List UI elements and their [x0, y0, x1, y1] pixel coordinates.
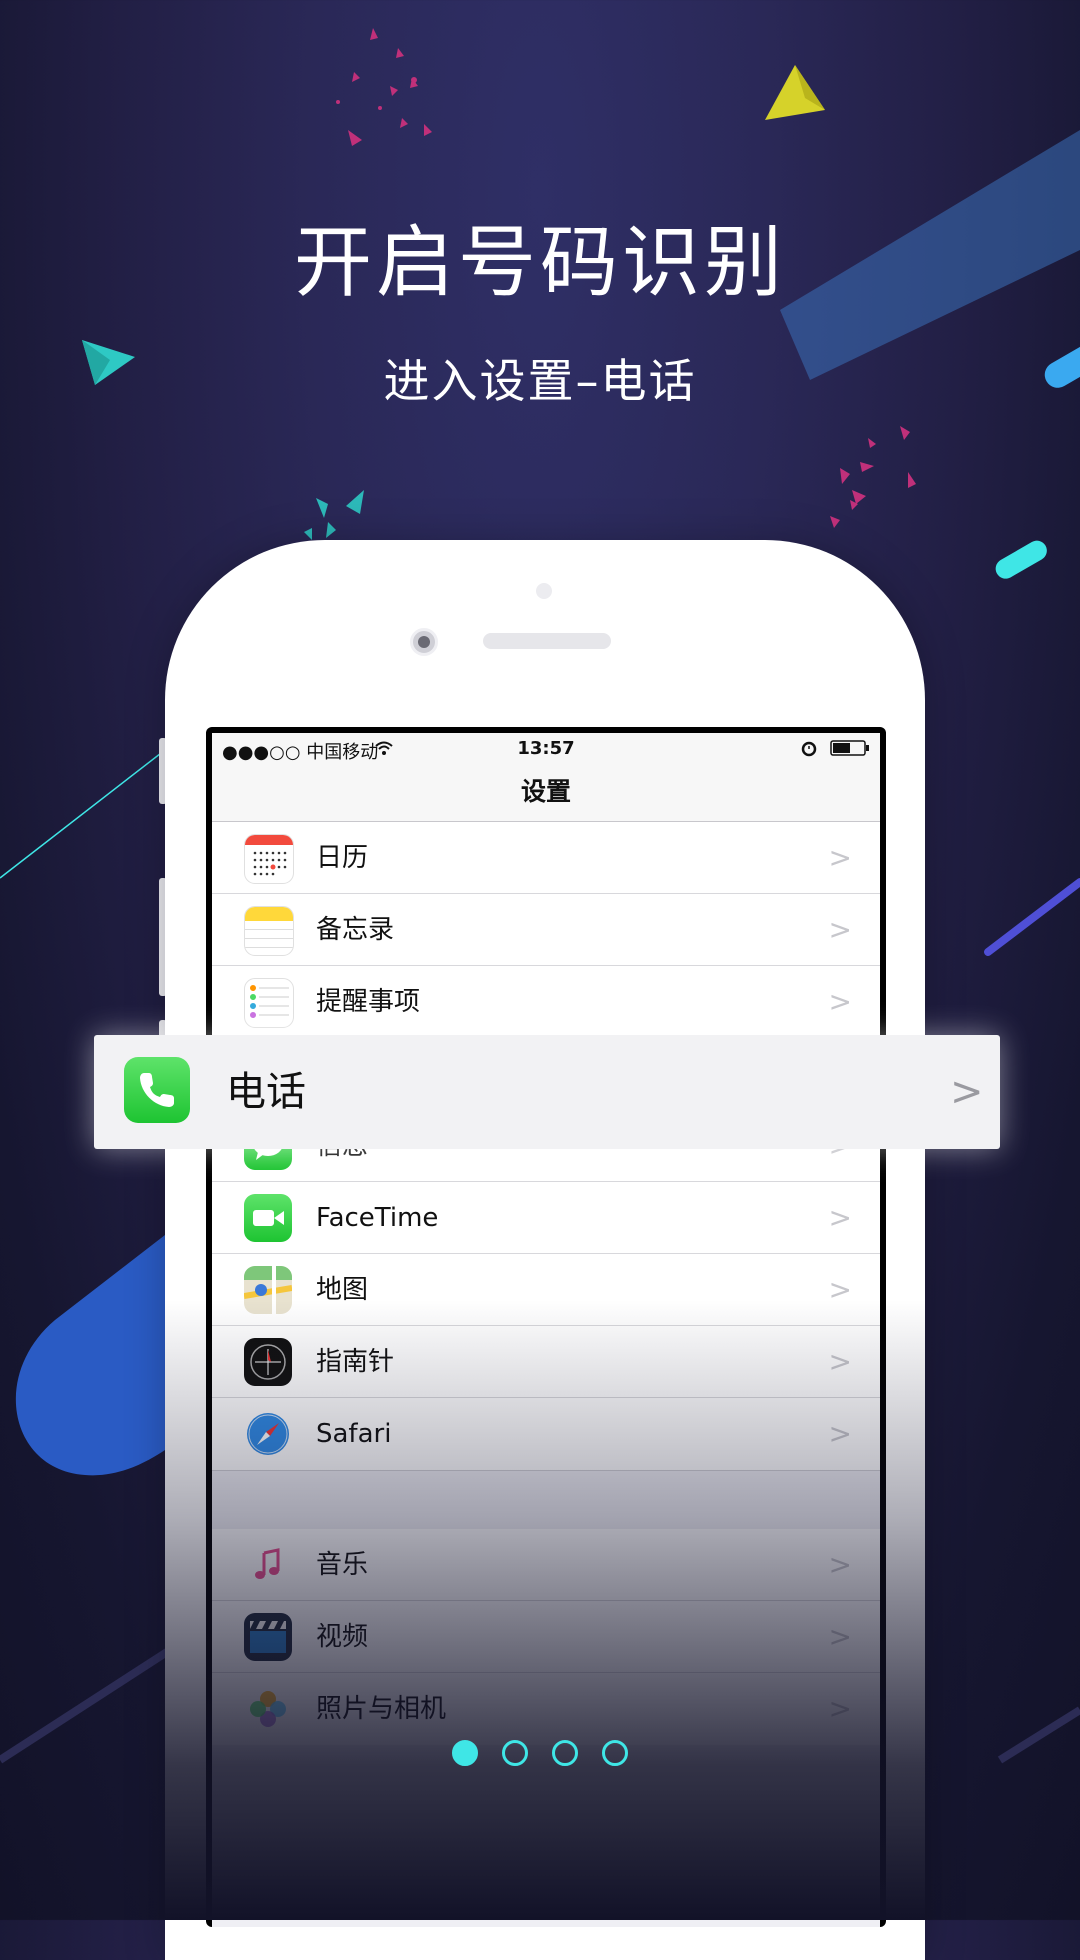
nav-title: 设置: [212, 763, 880, 822]
chevron-right-icon: >: [950, 1069, 984, 1115]
settings-row-label: 音乐: [316, 1550, 369, 1580]
chevron-right-icon: >: [828, 1273, 852, 1306]
settings-row-label: 日历: [316, 843, 369, 873]
phone-speaker: [483, 633, 611, 649]
settings-row-safari[interactable]: Safari >: [212, 1398, 880, 1470]
photos-icon: [244, 1685, 292, 1733]
page-indicator: [0, 1740, 1080, 1770]
settings-row-photos[interactable]: 照片与相机 >: [212, 1673, 880, 1745]
chevron-right-icon: >: [828, 985, 852, 1018]
chevron-right-icon: >: [828, 913, 852, 946]
safari-icon: [244, 1410, 292, 1458]
maps-icon: [244, 1266, 292, 1314]
settings-row-maps[interactable]: 地图 >: [212, 1254, 880, 1326]
page-title: 开启号码识别: [293, 218, 786, 308]
settings-row-music[interactable]: 音乐 >: [212, 1529, 880, 1601]
music-icon: [244, 1541, 292, 1589]
highlight-phone-label: 电话: [226, 1069, 306, 1115]
page-dot-3[interactable]: [552, 1740, 578, 1766]
settings-row-label: Safari: [316, 1419, 392, 1449]
chevron-right-icon: >: [828, 1201, 852, 1234]
settings-row-label: 照片与相机: [316, 1694, 447, 1724]
settings-row-compass[interactable]: 指南针 >: [212, 1326, 880, 1398]
videos-icon: [244, 1613, 292, 1661]
section-separator: [212, 1470, 880, 1530]
chevron-right-icon: >: [828, 1548, 852, 1581]
chevron-right-icon: >: [828, 841, 852, 874]
alarm-icon: [801, 741, 817, 757]
settings-row-label: FaceTime: [316, 1203, 439, 1233]
chevron-right-icon: >: [828, 1345, 852, 1378]
settings-row-calendar[interactable]: 日历 >: [212, 822, 880, 894]
reminders-icon: [244, 978, 294, 1028]
page-dot-2[interactable]: [502, 1740, 528, 1766]
battery-icon: [830, 740, 869, 756]
calendar-icon: [244, 834, 294, 884]
facetime-icon: [244, 1194, 292, 1242]
settings-row-label: 地图: [316, 1275, 369, 1305]
chevron-right-icon: >: [828, 1692, 852, 1725]
chevron-right-icon: >: [828, 1417, 852, 1450]
page-subtitle: 进入设置–电话: [383, 354, 697, 408]
settings-row-label: 视频: [316, 1622, 369, 1652]
settings-row-label: 提醒事项: [316, 987, 421, 1017]
settings-row-label: 指南针: [316, 1347, 395, 1377]
phone-icon: [124, 1057, 190, 1123]
notes-icon: [244, 906, 294, 956]
settings-row-reminders[interactable]: 提醒事项 >: [212, 966, 880, 1038]
page-dot-4[interactable]: [602, 1740, 628, 1766]
settings-row-facetime[interactable]: FaceTime >: [212, 1182, 880, 1254]
settings-row-notes[interactable]: 备忘录 >: [212, 894, 880, 966]
compass-icon: [244, 1338, 292, 1386]
chevron-right-icon: >: [828, 1620, 852, 1653]
status-bar: ●●●○○ 中国移动 13:57: [212, 733, 880, 763]
settings-row-videos[interactable]: 视频 >: [212, 1601, 880, 1673]
page-dot-1[interactable]: [452, 1740, 478, 1766]
settings-row-label: 备忘录: [316, 915, 395, 945]
phone-front-camera: [410, 628, 438, 656]
phone-proximity-sensor: [536, 583, 552, 599]
status-time: 13:57: [517, 738, 575, 759]
